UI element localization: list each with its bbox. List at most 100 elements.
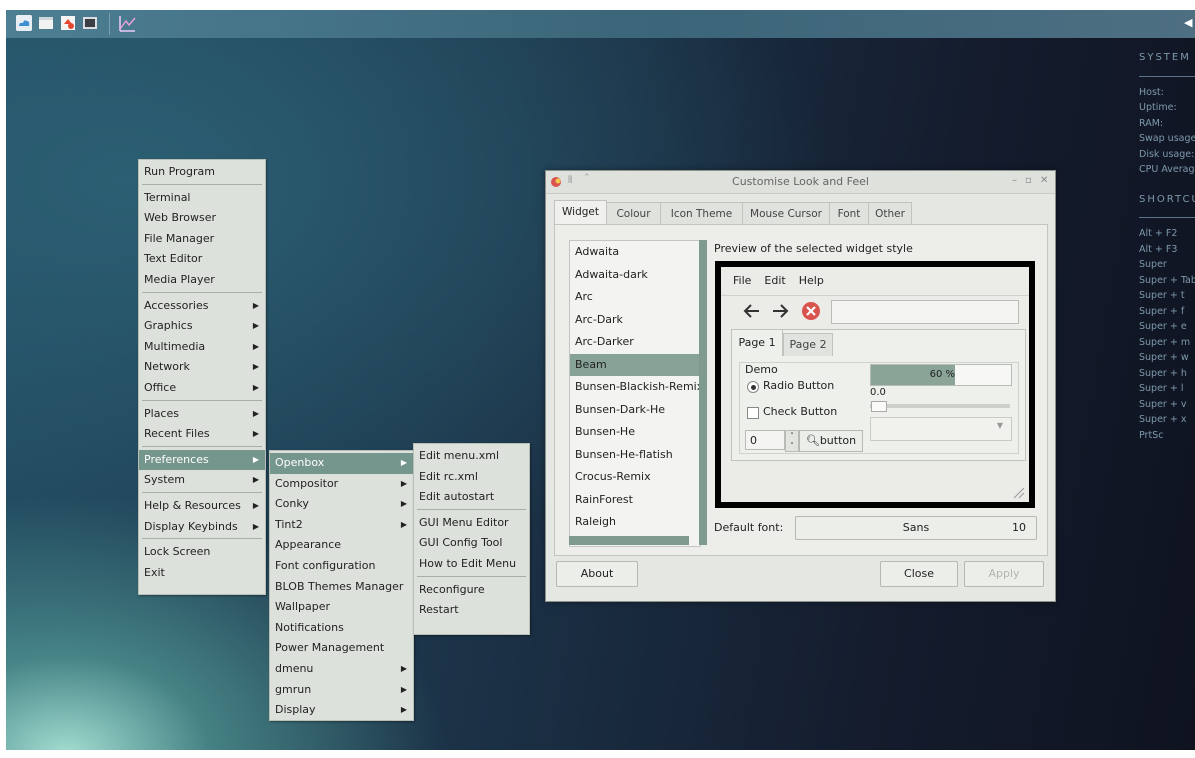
preferences-menu-item-wallpaper[interactable]: Wallpaper	[270, 597, 413, 618]
apply-button[interactable]: Apply	[964, 561, 1044, 587]
theme-list[interactable]: Adwaita Adwaita-dark Arc Arc-Dark Arc-Darker…	[569, 240, 701, 547]
main-menu-item-places[interactable]: Places ▶	[139, 404, 265, 425]
theme-list-item[interactable]: Bunsen-Blackish-Remix	[570, 376, 700, 399]
main-menu-item-lock-screen[interactable]: Lock Screen	[139, 542, 265, 563]
close-button[interactable]: Close	[880, 561, 958, 587]
openbox-menu-item-edit-menu-xml[interactable]: Edit menu.xml	[414, 446, 529, 467]
preferences-menu-item-gmrun[interactable]: gmrun ▶	[270, 680, 413, 701]
preferences-menu-item-openbox[interactable]: Openbox ▶	[270, 453, 413, 474]
openbox-menu-item-how-to-edit-menu[interactable]: How to Edit Menu	[414, 554, 529, 575]
theme-list-item[interactable]: Adwaita-dark	[570, 264, 700, 287]
theme-list-item[interactable]: RainForest	[570, 489, 700, 512]
main-menu-item-preferences[interactable]: Preferences ▶	[139, 449, 265, 471]
preferences-menu-item-font-configuration[interactable]: Font configuration	[270, 556, 413, 577]
theme-list-item[interactable]: Crocus-Remix	[570, 466, 700, 489]
preview-tab-page2[interactable]: Page 2	[783, 333, 833, 356]
back-arrow-icon[interactable]	[743, 302, 761, 320]
font-chooser-button[interactable]: Sans 10	[795, 516, 1037, 540]
main-menu-item-text-editor[interactable]: Text Editor	[139, 249, 265, 270]
preferences-menu-item-tint2[interactable]: Tint2 ▶	[270, 515, 413, 536]
main-menu-item-terminal[interactable]: Terminal	[139, 188, 265, 209]
preview-menu-edit[interactable]: Edit	[764, 274, 785, 287]
conky-row: Super + e	[1139, 321, 1187, 332]
terminal-icon[interactable]	[82, 15, 98, 31]
openbox-menu-item-gui-menu-editor[interactable]: GUI Menu Editor	[414, 513, 529, 534]
tab-icon-theme[interactable]: Icon Theme	[660, 202, 743, 225]
window-titlebar[interactable]: ⫴ ˆ Customise Look and Feel – ▫ ✕	[546, 171, 1055, 194]
conky-row: Super + x	[1139, 414, 1187, 425]
main-menu-item-office[interactable]: Office ▶	[139, 378, 265, 399]
preferences-menu-item-dmenu[interactable]: dmenu ▶	[270, 659, 413, 680]
close-window-icon[interactable]: ✕	[1040, 175, 1048, 186]
main-menu-item-multimedia[interactable]: Multimedia ▶	[139, 337, 265, 358]
theme-list-item[interactable]: Adwaita	[570, 241, 700, 264]
openbox-menu-item-reconfigure[interactable]: Reconfigure	[414, 580, 529, 601]
openbox-menu-item-restart[interactable]: Restart	[414, 600, 529, 621]
main-menu-item-media-player[interactable]: Media Player	[139, 270, 265, 291]
main-menu-item-system[interactable]: System ▶	[139, 470, 265, 491]
tab-font[interactable]: Font	[829, 202, 869, 225]
minimize-icon[interactable]: –	[1012, 175, 1017, 186]
theme-list-item[interactable]: Arc-Dark	[570, 309, 700, 332]
main-menu-item-accessories[interactable]: Accessories ▶	[139, 296, 265, 317]
file-manager-icon[interactable]	[38, 15, 54, 31]
stop-icon[interactable]	[801, 301, 821, 321]
check-button[interactable]	[747, 407, 759, 419]
main-menu-item-graphics[interactable]: Graphics ▶	[139, 316, 265, 337]
openbox-menu-item-edit-autostart[interactable]: Edit autostart	[414, 487, 529, 508]
main-menu-item-display-keybinds[interactable]: Display Keybinds ▶	[139, 517, 265, 538]
menu-item-label: Display Keybinds	[144, 519, 238, 533]
tab-mouse-cursor[interactable]: Mouse Cursor	[742, 202, 830, 225]
main-menu-item-help-resources[interactable]: Help & Resources ▶	[139, 496, 265, 517]
combo-box[interactable]: ▼	[870, 417, 1012, 441]
theme-list-item[interactable]: Bunsen-He-flatish	[570, 444, 700, 467]
main-menu-item-exit[interactable]: Exit	[139, 563, 265, 584]
tab-other[interactable]: Other	[868, 202, 912, 225]
openbox-menu-item-gui-config-tool[interactable]: GUI Config Tool	[414, 533, 529, 554]
forward-arrow-icon[interactable]	[771, 302, 789, 320]
main-menu-item-network[interactable]: Network ▶	[139, 357, 265, 378]
theme-list-scrollbar[interactable]	[699, 240, 707, 545]
scale-trough[interactable]	[870, 404, 1010, 408]
browser-icon[interactable]	[60, 15, 76, 31]
tab-widget[interactable]: Widget	[554, 200, 607, 225]
resize-grip-icon[interactable]	[1011, 485, 1025, 499]
menu-separator	[417, 575, 526, 579]
main-menu-item-recent-files[interactable]: Recent Files ▶	[139, 424, 265, 445]
preferences-menu-item-display[interactable]: Display ▶	[270, 700, 413, 721]
menu-item-label: Accessories	[144, 298, 209, 312]
launcher-icon[interactable]	[16, 15, 32, 31]
preview-url-entry[interactable]	[831, 300, 1019, 324]
spin-entry[interactable]: 0	[745, 430, 785, 450]
preferences-menu-item-appearance[interactable]: Appearance	[270, 535, 413, 556]
preferences-menu-item-notifications[interactable]: Notifications	[270, 618, 413, 639]
theme-list-hscrollbar[interactable]	[569, 536, 689, 545]
theme-list-item[interactable]: Beam	[570, 353, 700, 376]
preview-menu-help[interactable]: Help	[799, 274, 824, 287]
maximize-icon[interactable]: ▫	[1025, 175, 1032, 186]
preferences-menu-item-blob-themes-manager[interactable]: BLOB Themes Manager	[270, 577, 413, 598]
scale-slider[interactable]	[871, 401, 887, 412]
about-button[interactable]: About	[556, 561, 638, 587]
preview-menu-file[interactable]: File	[733, 274, 751, 287]
spin-arrows[interactable]: ˄ ˅	[785, 430, 799, 452]
openbox-menu-item-edit-rc-xml[interactable]: Edit rc.xml	[414, 467, 529, 488]
main-menu-item-web-browser[interactable]: Web Browser	[139, 208, 265, 229]
workspace-graph-icon[interactable]	[118, 14, 136, 32]
preferences-menu-item-compositor[interactable]: Compositor ▶	[270, 474, 413, 495]
preferences-menu-item-power-management[interactable]: Power Management	[270, 638, 413, 659]
menu-separator	[142, 399, 262, 403]
main-menu-item-run-program[interactable]: Run Program	[139, 162, 265, 183]
theme-list-item[interactable]: Raleigh	[570, 511, 700, 534]
preview-tab-page1[interactable]: Page 1	[731, 329, 783, 356]
search-button[interactable]: 🔍︎button	[799, 430, 863, 452]
volume-icon[interactable]: ◀	[1184, 16, 1192, 29]
theme-list-item[interactable]: Arc-Darker	[570, 331, 700, 354]
tab-colour[interactable]: Colour	[606, 202, 661, 225]
theme-list-item[interactable]: Arc	[570, 286, 700, 309]
main-menu-item-file-manager[interactable]: File Manager	[139, 229, 265, 250]
theme-list-item[interactable]: Bunsen-He	[570, 421, 700, 444]
theme-list-item[interactable]: Bunsen-Dark-He	[570, 399, 700, 422]
radio-button[interactable]	[747, 381, 759, 393]
preferences-menu-item-conky[interactable]: Conky ▶	[270, 494, 413, 515]
